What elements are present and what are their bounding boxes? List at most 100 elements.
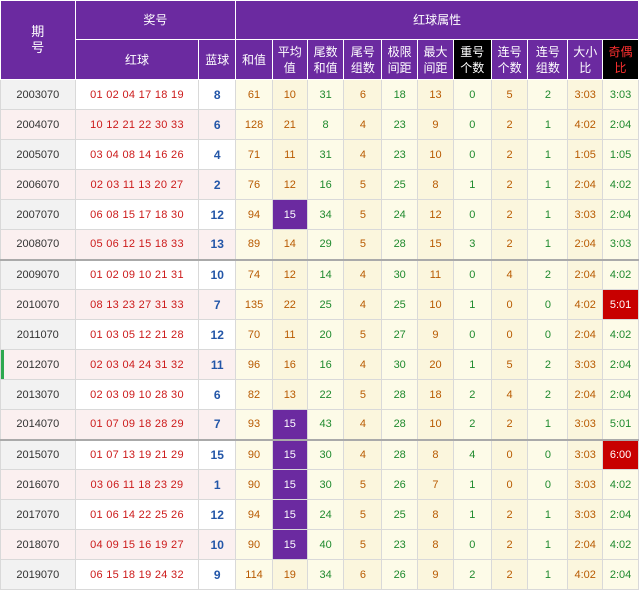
consec-group-cell: 0: [527, 319, 569, 350]
consec-value: 2: [506, 208, 513, 221]
avg-cell: 15: [271, 469, 308, 500]
period-cell: 2013070: [0, 379, 76, 410]
blue-ball-cell: 15: [198, 438, 237, 470]
span-value: 26: [393, 478, 406, 491]
max-gap-cell: 8: [417, 499, 454, 530]
header-avg: 平均 值: [271, 39, 308, 80]
header-span: 极限 间距: [381, 39, 419, 80]
tail-sum-cell: 24: [306, 499, 345, 530]
consec-group-cell: 2: [527, 379, 569, 410]
tail-sum-cell: 8: [306, 109, 345, 140]
max-gap-value: 8: [432, 538, 439, 551]
big-small-value: 2:04: [574, 538, 596, 551]
odd-even-cell: 4:02: [602, 319, 639, 350]
span-value: 28: [393, 448, 406, 461]
big-small-cell: 4:02: [567, 289, 604, 320]
avg-cell: 12: [271, 169, 308, 200]
sum-cell: 128: [235, 109, 273, 140]
big-small-value: 2:04: [574, 238, 596, 251]
consec-value: 5: [506, 358, 513, 371]
period-cell: 2004070: [0, 109, 76, 140]
max-gap-value: 18: [429, 388, 442, 401]
avg-value: 11: [284, 328, 296, 341]
red-balls-cell: 04 09 15 16 19 27: [74, 529, 200, 560]
tail-group-value: 5: [359, 208, 366, 221]
blue-ball-value: 12: [210, 207, 224, 222]
blue-ball-cell: 13: [198, 229, 237, 260]
red-balls-value: 05 06 12 15 18 33: [90, 238, 184, 251]
red-balls-value: 02 03 09 10 28 30: [90, 388, 184, 401]
consec-group-value: 1: [544, 178, 551, 191]
consec-cell: 5: [490, 79, 529, 110]
tail-group-cell: 5: [343, 229, 383, 260]
header-odd-even: 奇偶 比: [602, 39, 639, 80]
period-cell: 2014070: [0, 409, 76, 440]
consec-group-value: 1: [544, 148, 551, 161]
tail-sum-cell: 34: [306, 559, 345, 590]
header-blue-ball: 蓝球: [198, 39, 237, 80]
repeat-value: 1: [469, 178, 476, 191]
header-red-ball: 红球: [74, 39, 200, 80]
header-sum-label: 和值: [242, 52, 267, 67]
red-balls-value: 02 03 11 13 20 27: [90, 178, 184, 191]
odd-even-cell: 4:02: [602, 529, 639, 560]
consec-group-value: 0: [544, 448, 551, 461]
max-gap-cell: 9: [417, 559, 454, 590]
consec-group-value: 0: [544, 298, 551, 311]
big-small-cell: 2:04: [567, 379, 604, 410]
big-small-cell: 3:03: [567, 469, 604, 500]
blue-ball-value: 7: [213, 297, 221, 312]
table-row: 2004070 10 12 21 22 30 33 6 128 21 8 4 2…: [0, 109, 639, 140]
odd-even-cell: 2:04: [602, 349, 639, 380]
consec-group-cell: 2: [527, 349, 569, 380]
header-avg-label: 平均 值: [277, 44, 302, 75]
sum-cell: 76: [235, 169, 273, 200]
big-small-value: 2:04: [574, 178, 596, 191]
odd-even-value: 5:01: [609, 298, 632, 311]
sum-value: 70: [247, 328, 261, 341]
tail-group-value: 4: [359, 298, 366, 311]
odd-even-cell: 2:04: [602, 199, 639, 230]
consec-group-cell: 1: [527, 229, 569, 260]
odd-even-value: 3:03: [609, 88, 632, 101]
big-small-value: 3:03: [574, 478, 596, 491]
tail-group-value: 5: [359, 538, 366, 551]
repeat-cell: 2: [452, 409, 492, 440]
header-period-label: 期 号: [31, 24, 45, 55]
tail-sum-value: 40: [319, 538, 332, 551]
period-value: 2015070: [16, 448, 60, 461]
odd-even-value: 3:03: [609, 238, 632, 251]
max-gap-cell: 9: [417, 109, 454, 140]
period-value: 2008070: [16, 238, 60, 251]
repeat-cell: 0: [452, 199, 492, 230]
red-balls-cell: 01 07 09 18 28 29: [74, 409, 200, 440]
consec-value: 0: [506, 448, 513, 461]
sum-value: 71: [247, 148, 261, 161]
span-value: 18: [393, 88, 406, 101]
odd-even-cell: 3:03: [602, 79, 639, 110]
avg-cell: 10: [271, 79, 308, 110]
span-cell: 28: [381, 379, 419, 410]
repeat-cell: 2: [452, 559, 492, 590]
tail-group-value: 6: [359, 88, 366, 101]
big-small-value: 3:03: [574, 88, 596, 101]
table-row: 2015070 01 07 13 19 21 29 15 90 15 30 4 …: [0, 438, 639, 470]
tail-group-cell: 5: [343, 199, 383, 230]
tail-group-cell: 5: [343, 529, 383, 560]
sum-value: 90: [247, 538, 261, 551]
tail-group-value: 5: [359, 238, 366, 251]
header-red-ball-label: 红球: [124, 52, 149, 67]
big-small-cell: 3:03: [567, 199, 604, 230]
avg-value: 11: [284, 148, 296, 161]
span-value: 26: [393, 568, 406, 581]
red-balls-value: 01 03 05 12 21 28: [90, 328, 184, 341]
period-value: 2009070: [16, 268, 60, 281]
consec-group-cell: 2: [527, 79, 569, 110]
odd-even-value: 5:01: [609, 418, 632, 431]
blue-ball-cell: 6: [198, 379, 237, 410]
table-row: 2011070 01 03 05 12 21 28 12 70 11 20 5 …: [0, 319, 639, 350]
consec-cell: 2: [490, 139, 529, 170]
max-gap-cell: 8: [417, 169, 454, 200]
blue-ball-value: 9: [213, 567, 221, 582]
sum-cell: 93: [235, 409, 273, 440]
